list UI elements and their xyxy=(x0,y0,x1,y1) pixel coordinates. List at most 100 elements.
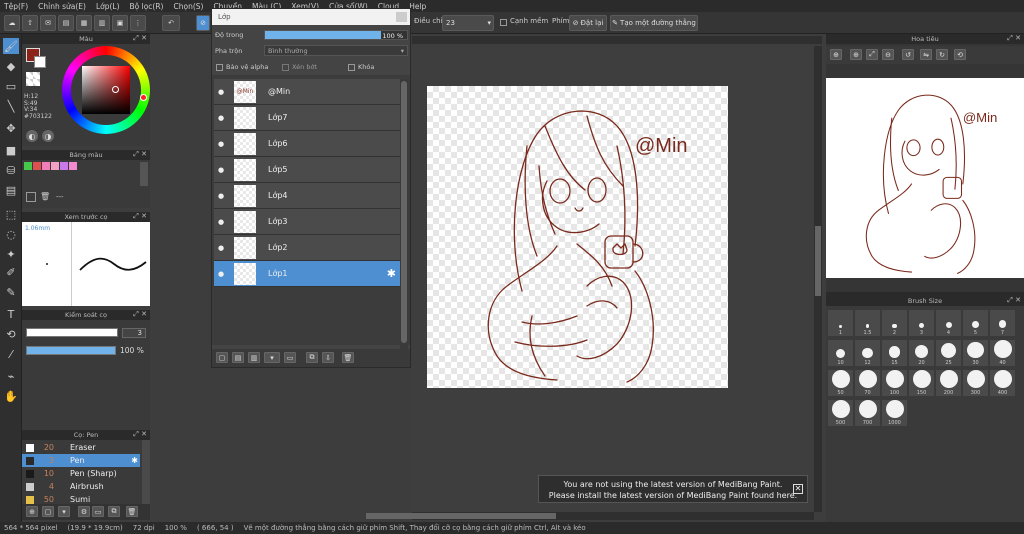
new-layer-icon[interactable]: ▢ xyxy=(216,352,228,363)
blend-select[interactable]: Bình thường ▾ xyxy=(264,45,408,56)
zoom-in-icon[interactable]: ⊕ xyxy=(830,49,842,60)
brush-menu-icon[interactable]: ▾ xyxy=(58,506,70,517)
brush-size-cell[interactable]: 15 xyxy=(882,340,907,366)
palette-swatch[interactable] xyxy=(60,162,68,170)
protect-alpha-checkbox[interactable] xyxy=(216,64,223,71)
hand-tool-icon[interactable]: ✋ xyxy=(3,388,19,404)
menu-item[interactable]: Help xyxy=(409,2,426,11)
smooth-checkbox[interactable] xyxy=(500,19,507,26)
brush-list-item[interactable]: 50 Sumi xyxy=(22,493,140,504)
zoom-out-icon[interactable]: ⊖ xyxy=(882,49,894,60)
layer-folder-icon[interactable]: ▭ xyxy=(284,352,296,363)
menu-item[interactable]: Chỉnh sửa(E) xyxy=(38,2,86,11)
palette-scrollbar[interactable] xyxy=(140,162,148,186)
opacity-slider[interactable] xyxy=(26,346,116,355)
brush-size-cell[interactable]: 150 xyxy=(909,370,934,396)
rotate-right-icon[interactable]: ↻ xyxy=(936,49,948,60)
close-icon[interactable]: ✕ xyxy=(793,484,803,494)
drawing-paper[interactable]: @Min xyxy=(427,86,728,388)
menu-item[interactable]: Chọn(S) xyxy=(173,2,203,11)
settings-gear-icon[interactable]: ✱ xyxy=(131,456,138,465)
layout-icon[interactable]: ▣ xyxy=(112,15,128,31)
layer-panel-close-icon[interactable] xyxy=(396,12,407,22)
new-8bit-layer-icon[interactable]: ▥ xyxy=(248,352,260,363)
palette-swatch[interactable] xyxy=(33,162,41,170)
size-slider[interactable] xyxy=(26,328,118,337)
close-icon[interactable]: ⤢ ✕ xyxy=(1007,34,1021,43)
layer-add-menu-icon[interactable]: ▾ xyxy=(264,352,280,363)
lock-checkbox[interactable] xyxy=(348,64,355,71)
undo-icon[interactable]: ↶ xyxy=(162,15,180,31)
lasso-tool-icon[interactable]: ◌ xyxy=(3,226,19,242)
layer-row[interactable]: ● Lớp2 xyxy=(214,235,400,261)
clipping-checkbox[interactable] xyxy=(282,64,289,71)
saturation-value-square[interactable] xyxy=(82,66,130,114)
visibility-icon[interactable]: ● xyxy=(214,114,228,122)
close-icon[interactable]: ⤢ ✕ xyxy=(133,430,147,439)
size-value[interactable]: 3 xyxy=(122,328,146,338)
sub-color-swatch[interactable] xyxy=(34,56,46,68)
chat-icon[interactable]: ✉ xyxy=(40,15,56,31)
layer-row[interactable]: ● @Min @Min xyxy=(214,79,400,105)
visibility-icon[interactable]: ● xyxy=(214,270,228,278)
brush-list-item[interactable]: 10 Pen (Sharp) xyxy=(22,467,140,480)
visibility-icon[interactable]: ● xyxy=(214,192,228,200)
rotate-left-icon[interactable]: ↺ xyxy=(902,49,914,60)
sv-cursor[interactable] xyxy=(112,86,119,93)
brush-size-cell[interactable]: 300 xyxy=(963,370,988,396)
bucket-tool-icon[interactable]: ⛁ xyxy=(3,162,19,178)
brush-settings-icon[interactable]: ⚙ xyxy=(78,506,90,517)
folder-icon[interactable]: ▭ xyxy=(92,506,104,517)
layer-row[interactable]: ● Lớp1 ✱ xyxy=(214,261,400,287)
eraser-tool-icon[interactable]: ◆ xyxy=(3,58,19,74)
reset-button[interactable]: ⊘ Đặt lại xyxy=(569,15,607,31)
trash-icon[interactable]: 🗑 xyxy=(40,192,52,202)
merge-layer-icon[interactable]: ⇩ xyxy=(322,352,334,363)
fill-rect-tool-icon[interactable]: ■ xyxy=(3,142,19,158)
menu-item[interactable]: Lớp(L) xyxy=(96,2,120,11)
brush-list-item[interactable]: 20 Eraser xyxy=(22,441,140,454)
no-stabilizer-icon[interactable]: ⊘ xyxy=(196,15,210,31)
layer-row[interactable]: ● Lớp3 xyxy=(214,209,400,235)
divide-tool-icon[interactable]: ⁄ xyxy=(3,346,19,362)
visibility-icon[interactable]: ● xyxy=(214,244,228,252)
brush-size-cell[interactable]: 30 xyxy=(963,340,988,366)
close-icon[interactable]: ⤢ ✕ xyxy=(133,212,147,221)
brush-size-cell[interactable]: 100 xyxy=(882,370,907,396)
note-icon[interactable]: ▤ xyxy=(58,15,74,31)
select-eraser-tool-icon[interactable]: ✎ xyxy=(3,284,19,300)
canvas-horizontal-scrollbar[interactable] xyxy=(366,512,814,520)
brush-list-scrollbar[interactable] xyxy=(142,440,150,504)
close-icon[interactable]: ⤢ ✕ xyxy=(1007,296,1021,305)
cloud-icon[interactable]: ☁ xyxy=(4,15,20,31)
new-palette-icon[interactable] xyxy=(26,192,36,202)
shape-tool-icon[interactable]: ▭ xyxy=(3,78,19,94)
brush-size-cell[interactable]: 40 xyxy=(990,340,1015,366)
brush-size-cell[interactable]: 3 xyxy=(909,310,934,336)
palette-swatch[interactable] xyxy=(69,162,77,170)
line-tool-icon[interactable]: ╲ xyxy=(3,98,19,114)
visibility-icon[interactable]: ● xyxy=(214,218,228,226)
close-icon[interactable]: ⤢ ✕ xyxy=(133,310,147,319)
zoom-in-2-icon[interactable]: ⊕ xyxy=(850,49,862,60)
layer-row[interactable]: ● Lớp5 xyxy=(214,157,400,183)
layer-settings-icon[interactable]: ✱ xyxy=(387,267,396,280)
brush-size-cell[interactable]: 70 xyxy=(855,370,880,396)
upload-icon[interactable]: ⇧ xyxy=(22,15,38,31)
visibility-icon[interactable]: ● xyxy=(214,166,228,174)
brush-size-cell[interactable]: 4 xyxy=(936,310,961,336)
layer-row[interactable]: ● Lớp7 xyxy=(214,105,400,131)
select-rect-tool-icon[interactable]: ⬚ xyxy=(3,206,19,222)
delete-layer-icon[interactable]: 🗑 xyxy=(342,352,354,363)
palette-swatch[interactable] xyxy=(51,162,59,170)
brush-tool-icon[interactable]: 🖌 xyxy=(3,38,19,54)
palette-mode-icon[interactable]: ◐ xyxy=(26,130,38,142)
brush-size-cell[interactable]: 7 xyxy=(990,310,1015,336)
transparent-swatch[interactable] xyxy=(26,72,40,86)
visibility-icon[interactable]: ● xyxy=(214,140,228,148)
panel-icon[interactable]: ▥ xyxy=(94,15,110,31)
layer-scrollbar[interactable] xyxy=(400,79,408,349)
brush-size-cell[interactable]: 25 xyxy=(936,340,961,366)
layer-row[interactable]: ● Lớp4 xyxy=(214,183,400,209)
brush-size-cell[interactable]: 1000 xyxy=(882,400,907,426)
